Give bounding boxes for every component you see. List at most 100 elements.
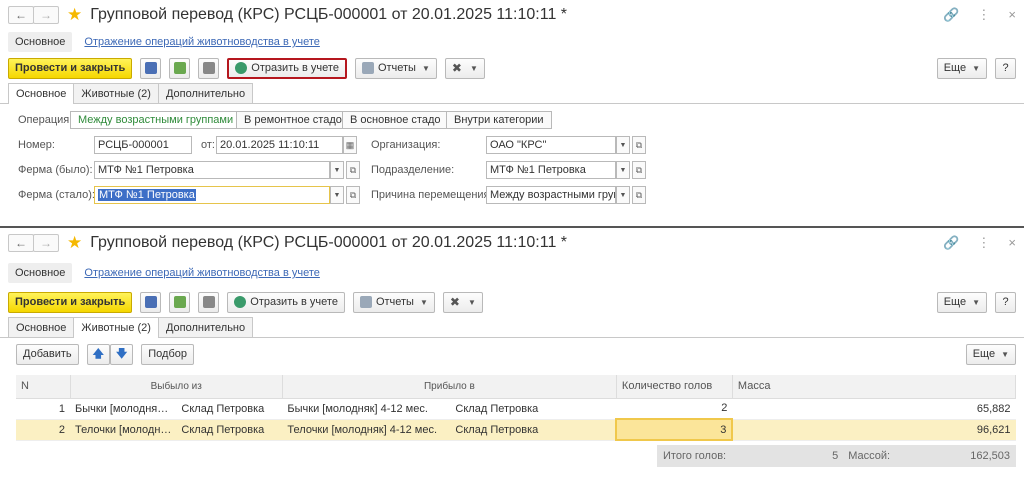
- farm-to-dropdown-icon[interactable]: ▼: [330, 186, 344, 204]
- form-tabs: Основное Животные (2) Дополнительно: [0, 316, 1024, 338]
- col-n[interactable]: N: [16, 375, 71, 399]
- tab-additional[interactable]: Дополнительно: [157, 83, 254, 103]
- cell-n[interactable]: 1: [16, 398, 70, 420]
- reflect-icon: [235, 62, 248, 74]
- save-button[interactable]: [140, 291, 162, 313]
- operation-within-category[interactable]: Внутри категории: [446, 111, 552, 129]
- post-and-close-button[interactable]: Провести и закрыть: [8, 291, 133, 313]
- org-open-icon[interactable]: ⧉: [632, 136, 646, 154]
- calendar-icon[interactable]: ▦: [343, 136, 357, 154]
- reflect-icon: [234, 296, 247, 308]
- table-row[interactable]: 2 Телочки [молодн… Склад Петровка Телочк…: [16, 418, 1016, 441]
- farm-to-label: Ферма (стало):: [18, 189, 95, 201]
- col-mass[interactable]: Масса: [732, 375, 1017, 399]
- nav-link-reflect[interactable]: Отражение операций животноводства в учет…: [84, 36, 319, 48]
- table-more-button[interactable]: Еще ▼: [965, 343, 1016, 365]
- nav-main[interactable]: Основное: [8, 263, 73, 283]
- cell-mass[interactable]: 65,882: [732, 398, 1016, 420]
- tab-main[interactable]: Основное: [8, 83, 75, 104]
- tab-additional[interactable]: Дополнительно: [157, 317, 254, 337]
- nav-link-reflect[interactable]: Отражение операций животноводства в учет…: [84, 267, 319, 279]
- tab-main[interactable]: Основное: [8, 317, 75, 337]
- reflect-in-accounting-button[interactable]: Отразить в учете: [227, 291, 345, 313]
- farm-from-dropdown-icon[interactable]: ▼: [330, 161, 344, 179]
- org-dropdown-icon[interactable]: ▼: [616, 136, 630, 154]
- reason-open-icon[interactable]: ⧉: [632, 186, 646, 204]
- pick-button[interactable]: Подбор: [141, 343, 194, 365]
- help-button[interactable]: ?: [995, 291, 1016, 313]
- nav-main[interactable]: Основное: [8, 32, 73, 52]
- farm-to-field[interactable]: МТФ №1 Петровка: [94, 186, 330, 204]
- save-button[interactable]: [140, 57, 162, 79]
- post-button[interactable]: [169, 291, 191, 313]
- back-button[interactable]: ←: [8, 6, 34, 24]
- more-button[interactable]: Еще ▼: [936, 291, 987, 313]
- table-row[interactable]: 1 Бычки [молодня… Склад Петровка Бычки […: [16, 398, 1016, 420]
- farm-from-open-icon[interactable]: ⧉: [346, 161, 360, 179]
- add-button[interactable]: Добавить: [16, 343, 79, 365]
- cell-warehouse-to[interactable]: Склад Петровка: [450, 398, 617, 420]
- menu-icon[interactable]: ⋮: [977, 7, 990, 23]
- cell-warehouse-to[interactable]: Склад Петровка: [450, 419, 617, 441]
- move-down-button[interactable]: 🡇: [109, 343, 134, 365]
- farm-from-field[interactable]: МТФ №1 Петровка: [94, 161, 330, 179]
- favorite-star-icon[interactable]: ★: [67, 5, 82, 25]
- operation-repair-herd[interactable]: В ремонтное стадо: [236, 111, 350, 129]
- command-bar: Провести и закрыть Отразить в учете Отче…: [0, 288, 1024, 316]
- forward-button[interactable]: →: [33, 6, 59, 24]
- farm-from-label: Ферма (было):: [18, 164, 93, 176]
- col-from[interactable]: Выбыло из: [70, 375, 283, 399]
- cell-group-from[interactable]: Бычки [молодня…: [70, 398, 177, 420]
- farm-to-open-icon[interactable]: ⧉: [346, 186, 360, 204]
- reports-button[interactable]: Отчеты ▼: [354, 57, 437, 79]
- farm-to-row: Ферма (стало): МТФ №1 Петровка ▼ ⧉ Причи…: [0, 184, 1024, 206]
- menu-icon[interactable]: ⋮: [977, 235, 990, 251]
- close-icon[interactable]: ×: [1008, 235, 1016, 251]
- cell-count[interactable]: 2: [616, 398, 733, 420]
- tools-button[interactable]: ✖ ▼: [444, 57, 485, 79]
- forward-button[interactable]: →: [33, 234, 59, 252]
- date-field[interactable]: 20.01.2025 11:10:11: [216, 136, 343, 154]
- total-count: 5: [832, 450, 839, 462]
- operation-main-herd[interactable]: В основное стадо: [342, 111, 449, 129]
- operation-age-groups[interactable]: Между возрастными группами: [70, 111, 242, 129]
- reason-dropdown-icon[interactable]: ▼: [616, 186, 630, 204]
- number-row: Номер: РСЦБ-000001 от: 20.01.2025 11:10:…: [0, 134, 1024, 156]
- division-open-icon[interactable]: ⧉: [632, 161, 646, 179]
- tools-button[interactable]: ✖ ▼: [442, 291, 483, 313]
- division-field[interactable]: МТФ №1 Петровка: [486, 161, 616, 179]
- cell-group-to[interactable]: Бычки [молодняк] 4-12 мес.: [282, 398, 451, 420]
- tab-animals[interactable]: Животные (2): [73, 83, 159, 103]
- cell-group-to[interactable]: Телочки [молодняк] 4-12 мес.: [282, 419, 451, 441]
- post-and-close-button[interactable]: Провести и закрыть: [8, 57, 133, 79]
- reflect-in-accounting-button[interactable]: Отразить в учете: [227, 57, 347, 79]
- reason-field[interactable]: Между возрастными груг: [486, 186, 616, 204]
- cell-warehouse-from[interactable]: Склад Петровка: [176, 419, 283, 441]
- org-field[interactable]: ОАО "КРС": [486, 136, 616, 154]
- print-button[interactable]: [198, 291, 220, 313]
- cell-warehouse-from[interactable]: Склад Петровка: [176, 398, 283, 420]
- division-dropdown-icon[interactable]: ▼: [616, 161, 630, 179]
- more-button[interactable]: Еще ▼: [936, 57, 987, 79]
- favorite-star-icon[interactable]: ★: [67, 233, 82, 253]
- move-up-button[interactable]: 🡅: [86, 343, 110, 365]
- save-icon: [144, 296, 157, 308]
- link-icon[interactable]: 🔗: [943, 235, 959, 251]
- number-field[interactable]: РСЦБ-000001: [94, 136, 192, 154]
- animals-table: N Выбыло из Прибыло в Количество голов М…: [16, 375, 1017, 441]
- reports-button[interactable]: Отчеты ▼: [352, 291, 435, 313]
- col-count[interactable]: Количество голов: [616, 375, 733, 399]
- post-button[interactable]: [169, 57, 191, 79]
- cell-group-from[interactable]: Телочки [молодн…: [70, 419, 177, 441]
- col-to[interactable]: Прибыло в: [282, 375, 617, 399]
- tab-animals[interactable]: Животные (2): [73, 317, 159, 338]
- cell-n[interactable]: 2: [16, 419, 70, 441]
- print-button[interactable]: [198, 57, 220, 79]
- operation-row: Операция: Между возрастными группами В р…: [0, 109, 1024, 131]
- close-icon[interactable]: ×: [1008, 7, 1016, 23]
- cell-count[interactable]: 3: [615, 418, 734, 441]
- cell-mass[interactable]: 96,621: [732, 419, 1016, 441]
- link-icon[interactable]: 🔗: [943, 7, 959, 23]
- back-button[interactable]: ←: [8, 234, 34, 252]
- help-button[interactable]: ?: [995, 57, 1016, 79]
